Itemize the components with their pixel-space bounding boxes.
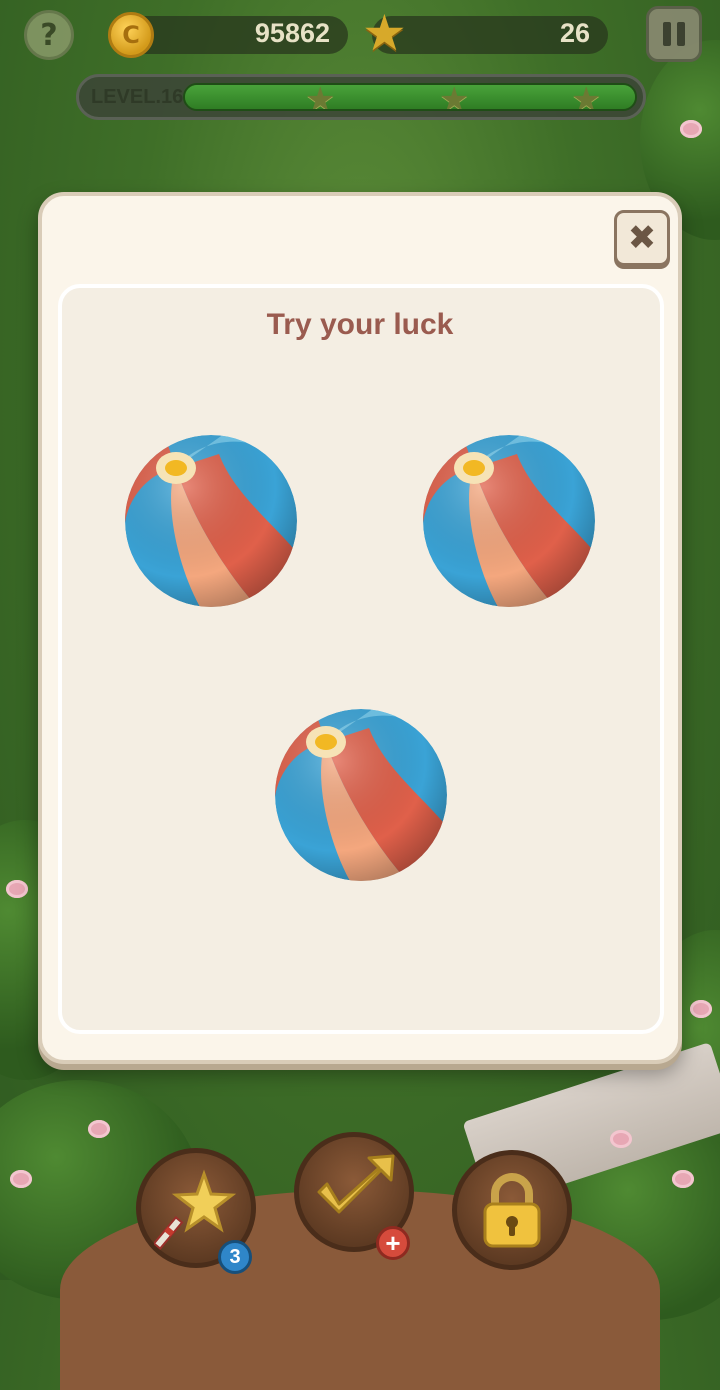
coin-count: 95862: [254, 18, 330, 48]
beach-ball-choice-3[interactable]: [274, 708, 448, 882]
star-counter: 26: [372, 16, 608, 54]
level-track: ★ ★ ★: [183, 83, 637, 111]
star-icon: ★: [362, 4, 407, 62]
star-count: 26: [559, 18, 590, 48]
padlock-icon: [483, 1173, 541, 1248]
pause-button[interactable]: [646, 6, 702, 62]
help-button[interactable]: ?: [24, 10, 74, 60]
beach-ball-icon: [275, 709, 447, 881]
beach-ball-choice-2[interactable]: [422, 434, 596, 608]
arrow-icon: [317, 1154, 395, 1214]
milestone-star-icon: ★: [571, 83, 602, 111]
magic-wand-count-badge: 3: [218, 1240, 252, 1274]
beach-ball-icon: [423, 435, 595, 607]
coin-icon: C: [108, 12, 154, 58]
close-button[interactable]: ✖: [614, 210, 670, 266]
beach-ball-icon: [125, 435, 297, 607]
locked-booster[interactable]: [452, 1150, 572, 1270]
pause-icon: [663, 22, 671, 46]
level-progress-bar: LEVEL.16 ★ ★ ★: [76, 74, 646, 120]
level-fill: [185, 85, 635, 109]
add-booster-button[interactable]: +: [376, 1226, 410, 1260]
level-label: LEVEL.16: [91, 86, 184, 108]
beach-ball-choice-1[interactable]: [124, 434, 298, 608]
star-wand-icon: [154, 1169, 237, 1250]
milestone-star-icon: ★: [439, 83, 470, 111]
milestone-star-icon: ★: [305, 83, 336, 111]
dialog-title: Try your luck: [266, 308, 454, 341]
dialog-inner-panel: [58, 284, 664, 1034]
